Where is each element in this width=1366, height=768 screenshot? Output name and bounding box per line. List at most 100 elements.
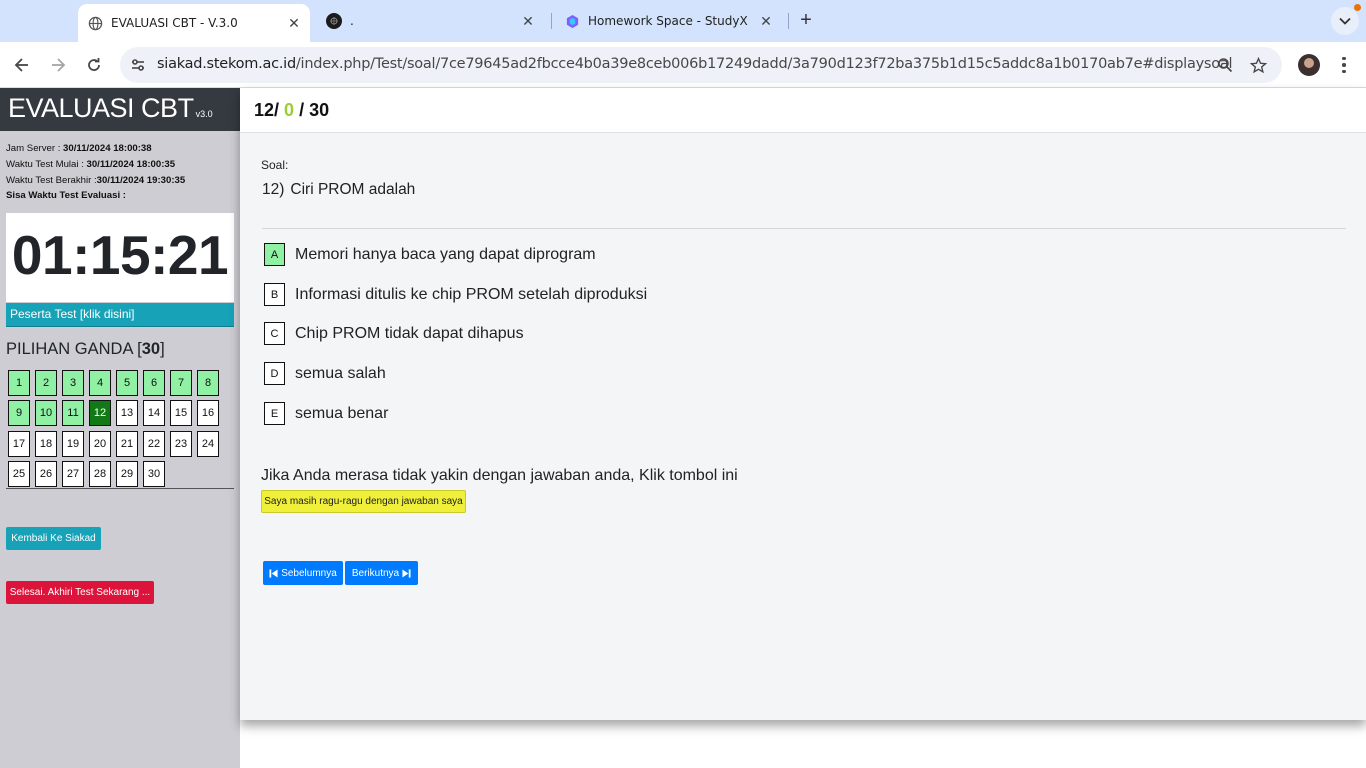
counter-answered: 0 (284, 100, 295, 120)
question-number-button[interactable]: 5 (116, 370, 138, 396)
answer-option[interactable]: C Chip PROM tidak dapat dihapus (264, 322, 524, 345)
globe-icon (87, 15, 103, 31)
main-panel: 12/ 0 / 30 Soal: 12) Ciri PROM adalah A Me… (240, 88, 1366, 720)
kebab-menu-icon[interactable] (1334, 54, 1354, 76)
browser-tab-strip: EVALUASI CBT - V.3.0 ✕ . ✕ Homework Spac… (0, 0, 1366, 42)
url-text: siakad.stekom.ac.id/index.php/Test/soal/… (157, 56, 1233, 72)
question-number-button[interactable]: 13 (116, 400, 138, 427)
browser-tab-dot[interactable]: . ✕ (318, 5, 544, 37)
question-number-button[interactable]: 7 (170, 370, 192, 396)
question-number-button[interactable]: 14 (143, 400, 165, 427)
question-number-button[interactable]: 12 (89, 400, 111, 427)
new-tab-icon[interactable]: + (795, 8, 817, 32)
question-number-button[interactable]: 21 (116, 430, 138, 457)
question-number-button[interactable]: 22 (143, 430, 165, 457)
question-number-button[interactable]: 25 (8, 460, 30, 487)
timer-box: 01:15:21 (6, 213, 234, 302)
answer-option[interactable]: B Informasi ditulis ke chip PROM setelah … (264, 283, 647, 306)
close-icon[interactable]: ✕ (285, 14, 303, 32)
option-letter-box[interactable]: E (264, 402, 285, 425)
question-number-button[interactable]: 28 (89, 460, 111, 487)
answer-option[interactable]: A Memori hanya baca yang dapat diprogram (264, 243, 596, 266)
question-number-button[interactable]: 19 (62, 430, 84, 457)
question-number-button[interactable]: 30 (143, 460, 165, 487)
pilihan-ganda-count: 30 (141, 340, 161, 358)
question-number-button[interactable]: 29 (116, 460, 138, 487)
question-number-button[interactable]: 26 (35, 460, 57, 487)
reload-icon[interactable] (80, 51, 108, 79)
answer-option[interactable]: Dsemua salah (264, 362, 386, 385)
berikutnya-button[interactable]: Berikutnya (345, 561, 418, 585)
skip-previous-icon (269, 568, 278, 578)
waktu-mulai: Waktu Test Mulai : 30/11/2024 18:00:35 (6, 159, 175, 170)
site-settings-icon[interactable] (128, 55, 148, 75)
tab-search-icon[interactable] (1331, 7, 1359, 35)
kembali-ke-siakad-button[interactable]: Kembali Ke Siakad (6, 527, 101, 550)
address-bar[interactable]: siakad.stekom.ac.id/index.php/Test/soal/… (120, 47, 1282, 83)
ragu-ragu-button[interactable]: Saya masih ragu-ragu dengan jawaban saya (261, 490, 466, 513)
grid-divider (6, 488, 234, 489)
jam-server-value: 30/11/2024 18:00:38 (63, 143, 152, 154)
question-number-button[interactable]: 16 (197, 400, 219, 427)
option-text: Memori hanya baca yang dapat diprogram (295, 245, 596, 263)
option-text: semua benar (295, 404, 389, 422)
answer-option[interactable]: Esemua benar (264, 402, 388, 425)
waktu-berakhir-value: 30/11/2024 19:30:35 (96, 175, 186, 186)
browser-tab-evaluasi[interactable]: EVALUASI CBT - V.3.0 ✕ (78, 4, 310, 42)
question-number-button[interactable]: 1 (8, 370, 30, 396)
brand-header: EVALUASI CBT v3.0 (0, 88, 240, 131)
question-number-button[interactable]: 9 (8, 400, 30, 427)
question-number-button[interactable]: 2 (35, 370, 57, 396)
forward-arrow-icon[interactable] (44, 51, 72, 79)
question-number-button[interactable]: 6 (143, 370, 165, 396)
question-number-button[interactable]: 8 (197, 370, 219, 396)
question-number-button[interactable]: 23 (170, 430, 192, 457)
skip-next-icon (402, 568, 411, 578)
sisa-waktu-text: Sisa Waktu Test Evaluasi : (6, 190, 126, 201)
counter-current: 12/ (254, 100, 280, 120)
question-number-button[interactable]: 11 (62, 400, 84, 427)
question-counter: 12/ 0 / 30 (254, 100, 329, 121)
question-number-button[interactable]: 20 (89, 430, 111, 457)
question-number-button[interactable]: 17 (8, 430, 30, 457)
main-header: 12/ 0 / 30 (240, 88, 1366, 133)
sidebar: EVALUASI CBT v3.0 Jam Server : 30/11/2024… (0, 88, 240, 768)
zoom-icon[interactable] (1215, 55, 1235, 75)
url-host: siakad.stekom.ac.id (157, 56, 296, 72)
browser-toolbar: siakad.stekom.ac.id/index.php/Test/soal/… (0, 42, 1366, 88)
soal-label: Soal: (261, 158, 289, 172)
question-number-button[interactable]: 4 (89, 370, 111, 396)
option-letter-box[interactable]: A (264, 243, 285, 266)
option-text: semua salah (295, 364, 386, 382)
back-arrow-icon[interactable] (8, 51, 36, 79)
brand-title: EVALUASI CBT (8, 93, 194, 123)
pilihan-ganda-close: ] (160, 340, 165, 358)
peserta-test-button[interactable]: Peserta Test [klik disini] (6, 303, 234, 327)
question-number-button[interactable]: 15 (170, 400, 192, 427)
browser-tab-studyx[interactable]: Homework Space - StudyX ✕ (556, 5, 782, 37)
ragu-instruction: Jika Anda merasa tidak yakin dengan jawa… (261, 467, 738, 484)
question-number: 12) (262, 181, 285, 198)
waktu-mulai-value: 30/11/2024 18:00:35 (86, 159, 176, 170)
counter-total: / 30 (299, 100, 330, 120)
waktu-mulai-label: Waktu Test Mulai : (6, 159, 87, 170)
close-icon[interactable]: ✕ (519, 12, 537, 30)
bookmark-star-icon[interactable] (1248, 55, 1268, 75)
option-letter-box[interactable]: B (264, 283, 285, 306)
option-letter-box[interactable]: D (264, 362, 285, 385)
question-number-button[interactable]: 3 (62, 370, 84, 396)
question-number-button[interactable]: 10 (35, 400, 57, 427)
tab-title: EVALUASI CBT - V.3.0 (111, 16, 238, 30)
option-letter-box[interactable]: C (264, 322, 285, 345)
pilihan-ganda-title: PILIHAN GANDA [30] (6, 340, 165, 359)
sisa-waktu-label: Sisa Waktu Test Evaluasi : (6, 190, 126, 201)
close-icon[interactable]: ✕ (757, 12, 775, 30)
selesai-akhiri-test-button[interactable]: Selesai. Akhiri Test Sekarang ... (6, 581, 154, 604)
studyx-icon (564, 13, 580, 29)
question-number-button[interactable]: 18 (35, 430, 57, 457)
sebelumnya-button[interactable]: Sebelumnya (263, 561, 343, 585)
question-number-button[interactable]: 24 (197, 430, 219, 457)
profile-avatar[interactable] (1298, 54, 1320, 76)
question-number-button[interactable]: 27 (62, 460, 84, 487)
tab-title: Homework Space - StudyX (588, 14, 748, 28)
